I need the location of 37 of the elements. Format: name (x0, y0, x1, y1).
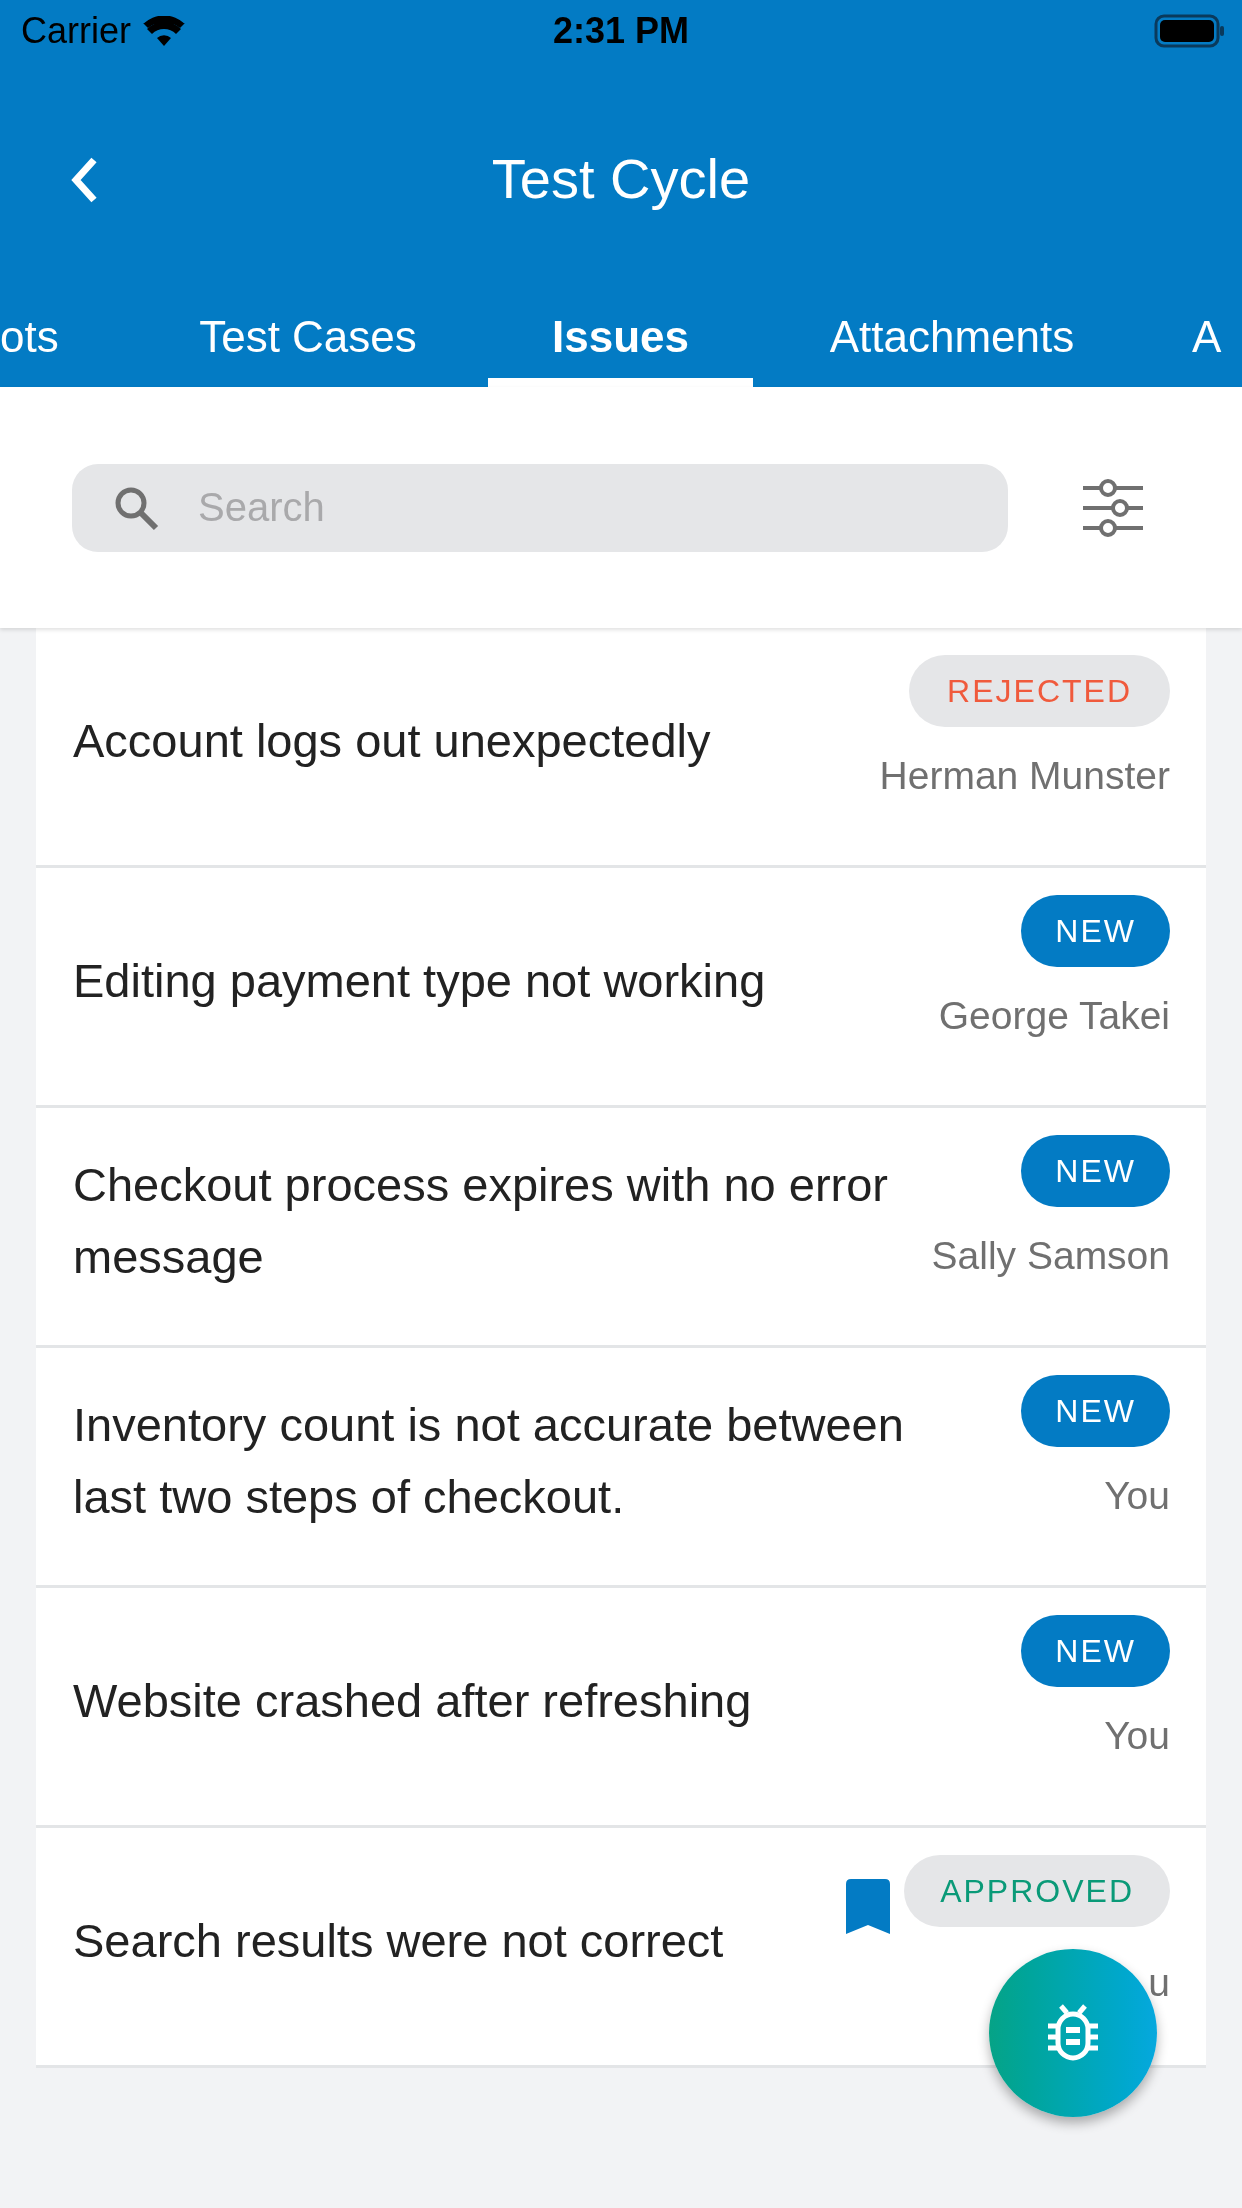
issue-title: Account logs out unexpectedly (73, 712, 712, 769)
issue-title: Website crashed after refreshing (73, 1672, 753, 1729)
tab[interactable]: Attachments (772, 302, 1132, 387)
tab[interactable]: ots (0, 302, 120, 387)
tab[interactable]: Test Cases (160, 302, 456, 387)
author-name: George Takei (938, 993, 1170, 1039)
issue-row[interactable]: Checkout process expires with no error message NEW Sally Samson (36, 1108, 1206, 1345)
wifi-icon (143, 16, 185, 46)
filter-icon (1082, 478, 1144, 537)
screen-title: Test Cycle (491, 146, 751, 212)
author-name: You (1104, 1713, 1170, 1759)
status-badge: NEW (1021, 895, 1170, 967)
clock-time: 2:31 PM (552, 9, 690, 53)
search-field[interactable]: Search (72, 463, 1008, 552)
status-badge: REJECTED (909, 655, 1170, 727)
author-name: You (1104, 1473, 1170, 1519)
status-badge: NEW (1021, 1135, 1170, 1207)
issue-title: Inventory count is not accurate between last two steps of checkout. (73, 1396, 905, 1525)
issue-row[interactable]: Inventory count is not accurate between last two steps of checkout. NEW You (36, 1348, 1206, 1585)
author-name: Sally Samson (931, 1233, 1170, 1279)
author-name: Herman Munster (879, 753, 1170, 799)
battery-icon (1154, 14, 1226, 48)
issue-row[interactable]: Account logs out unexpectedly REJECTED Herman Munster (36, 628, 1206, 865)
issue-row[interactable]: Search results were not correct APPROVED u (36, 1828, 1206, 2065)
bug-icon (1047, 2004, 1099, 2062)
status-badge: APPROVED (904, 1855, 1170, 1927)
issue-row[interactable]: Editing payment type not working NEW George Takei (36, 868, 1206, 1105)
issue-row[interactable]: Website crashed after refreshing NEW You (36, 1588, 1206, 1825)
issue-title: Editing payment type not working (73, 952, 767, 1009)
status-badge: NEW (1021, 1615, 1170, 1687)
tab[interactable]: A (1192, 302, 1242, 387)
author-name: u (1148, 1960, 1170, 2006)
carrier-label: Carrier (21, 9, 131, 53)
bookmark-icon[interactable] (846, 1879, 891, 1934)
issue-title: Checkout process expires with no error message (73, 1156, 890, 1285)
issue-title: Search results were not correct (73, 1912, 725, 1969)
status-badge: NEW (1021, 1375, 1170, 1447)
